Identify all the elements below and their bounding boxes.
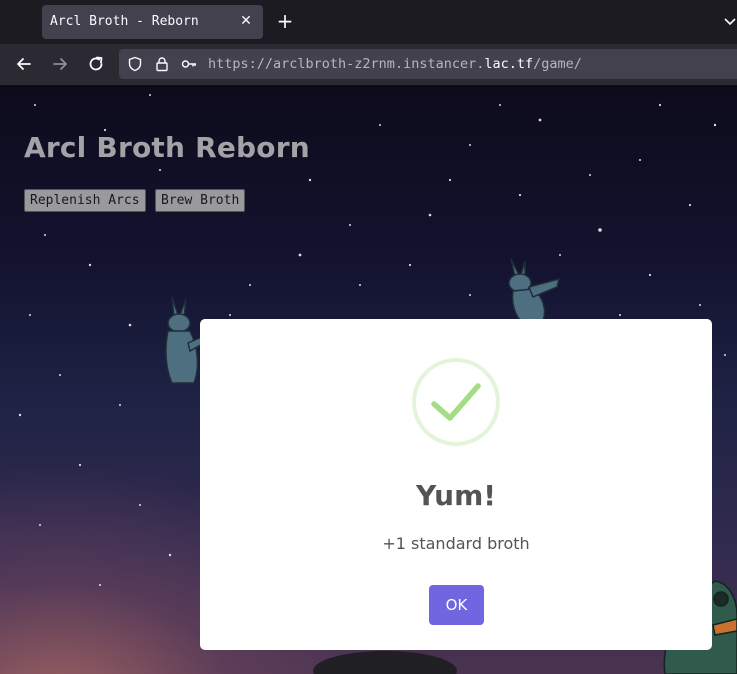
modal-message: +1 standard broth bbox=[382, 534, 530, 553]
key-icon[interactable] bbox=[181, 56, 197, 72]
tab-close-icon[interactable]: ✕ bbox=[237, 12, 255, 30]
url-bar[interactable]: https://arclbroth-z2rnm.instancer.lac.tf… bbox=[119, 49, 737, 79]
reload-icon[interactable] bbox=[86, 54, 106, 74]
url-path: /game/ bbox=[533, 56, 582, 72]
new-tab-icon[interactable]: + bbox=[275, 10, 295, 32]
replenish-arcs-button[interactable]: Replenish Arcs bbox=[24, 189, 146, 212]
url-text[interactable]: https://arclbroth-z2rnm.instancer.lac.tf… bbox=[208, 56, 582, 72]
shield-icon[interactable] bbox=[127, 56, 143, 72]
ok-button[interactable]: OK bbox=[429, 585, 484, 625]
brew-broth-button[interactable]: Brew Broth bbox=[155, 189, 246, 212]
browser-tab[interactable]: Arcl Broth - Reborn ✕ bbox=[42, 5, 263, 39]
chevron-down-icon[interactable] bbox=[723, 14, 737, 28]
success-modal: Yum! +1 standard broth OK bbox=[200, 319, 712, 650]
tab-bar: Arcl Broth - Reborn ✕ + bbox=[0, 0, 737, 44]
forward-arrow-icon[interactable] bbox=[50, 54, 70, 74]
modal-title: Yum! bbox=[415, 479, 497, 512]
url-prefix: https://arclbroth-z2rnm.instancer. bbox=[208, 56, 485, 72]
navigation-bar: https://arclbroth-z2rnm.instancer.lac.tf… bbox=[0, 44, 737, 85]
tab-title: Arcl Broth - Reborn bbox=[50, 14, 199, 29]
lock-icon[interactable] bbox=[154, 56, 170, 72]
page-title: Arcl Broth Reborn bbox=[24, 131, 310, 164]
creature-sprite bbox=[508, 258, 561, 321]
cauldron-sprite bbox=[313, 651, 457, 674]
success-check-icon bbox=[412, 358, 500, 446]
back-arrow-icon[interactable] bbox=[14, 54, 34, 74]
url-domain: lac.tf bbox=[484, 56, 534, 72]
